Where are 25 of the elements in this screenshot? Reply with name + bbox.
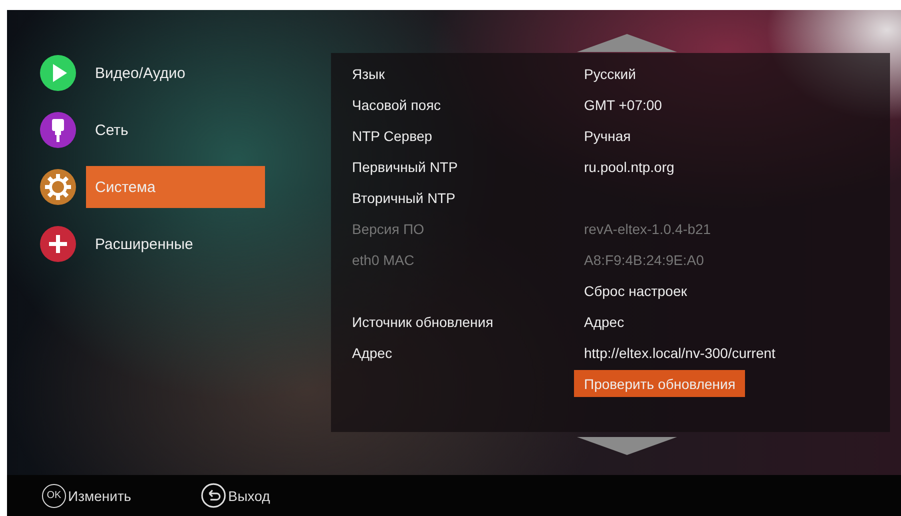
setting-label: Источник обновления	[351, 314, 494, 330]
setting-label: Адрес	[351, 344, 394, 360]
setting-label: Первичный NTP	[351, 158, 459, 174]
menu-item[interactable]: Расширенные	[86, 223, 265, 265]
setting-label: Версия ПО	[351, 220, 426, 236]
reset-settings-button[interactable]: Сброс настроек	[574, 277, 698, 304]
setting-label: NTP Сервер	[351, 128, 434, 144]
setting-value[interactable]: Ручная	[584, 128, 631, 144]
setting-label: Вторичный NTP	[351, 190, 456, 206]
setting-value[interactable]: Адрес	[584, 314, 624, 330]
scroll-up-arrow-icon[interactable]	[577, 34, 677, 52]
setting-value[interactable]: ru.pool.ntp.org	[584, 158, 674, 174]
setting-label: eth0 MAC	[351, 252, 416, 268]
menu-item[interactable]: Сеть	[86, 109, 265, 151]
setting-value[interactable]: http://eltex.local/nv-300/current	[584, 344, 776, 360]
setting-value[interactable]: GMT +07:00	[584, 96, 662, 112]
hint-label: Выход	[228, 488, 270, 504]
ok-key-icon: OK	[42, 484, 66, 508]
scroll-down-arrow-icon[interactable]	[577, 437, 677, 455]
setting-label: Язык	[351, 66, 386, 82]
setting-label: Часовой пояс	[351, 96, 442, 112]
menu-item[interactable]: Видео/Аудио	[86, 52, 265, 94]
back-key-icon	[201, 483, 226, 508]
hint-label: Изменить	[68, 488, 132, 504]
setting-value[interactable]: Русский	[584, 66, 636, 82]
